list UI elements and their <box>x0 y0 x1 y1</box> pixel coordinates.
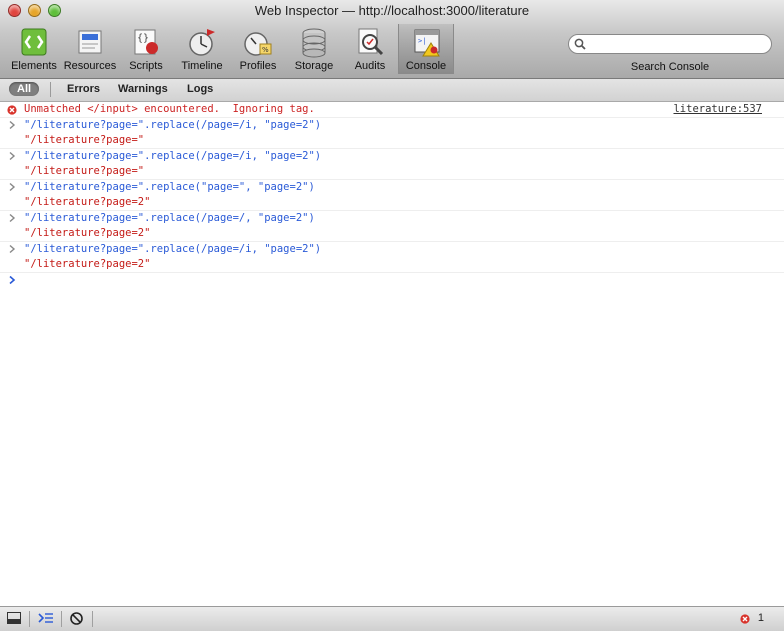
command-chevron-icon <box>9 151 16 161</box>
status-divider <box>92 611 93 627</box>
result-text: "/literature?page=2" <box>0 257 784 272</box>
result-text: "/literature?page=" <box>0 133 784 148</box>
console-icon: >| <box>414 29 440 57</box>
result-string: "/literature?page=2" <box>24 196 151 208</box>
command-chevron-icon <box>9 182 16 192</box>
resources-icon <box>78 30 102 54</box>
filter-logs-button[interactable]: Logs <box>187 83 213 95</box>
command-text: "/literature?page=".replace(/page=/i, "p… <box>24 150 322 162</box>
svg-text:{}: {} <box>137 33 149 44</box>
toolbar-label: Elements <box>11 60 57 72</box>
toolbar-elements[interactable]: Elements <box>6 24 62 74</box>
search-label: Search Console <box>630 61 710 73</box>
console-entry: "/literature?page=".replace(/page=/, "pa… <box>0 211 784 242</box>
console-entry: "/literature?page=".replace(/page=/i, "p… <box>0 242 784 273</box>
toolbar-label: Console <box>405 60 447 72</box>
console-entry: "/literature?page=".replace(/page=/i, "p… <box>0 118 784 149</box>
console-entries: "/literature?page=".replace(/page=/i, "p… <box>0 118 784 273</box>
filter-divider <box>50 82 51 97</box>
svg-text:%: % <box>262 46 269 54</box>
window-chrome: Web Inspector — http://localhost:3000/li… <box>0 0 784 79</box>
search-field <box>568 34 772 54</box>
console-prompt[interactable] <box>0 273 784 289</box>
toolbar-label: Scripts <box>129 60 163 72</box>
magnifier-icon <box>574 38 586 50</box>
error-text: Unmatched </input> encountered. Ignoring… <box>24 103 315 115</box>
error-count-icon <box>740 614 750 624</box>
filter-errors-button[interactable]: Errors <box>67 83 100 95</box>
result-string: "/literature?page=" <box>24 134 145 146</box>
console-entry: "/literature?page=".replace(/page=/i, "p… <box>0 149 784 180</box>
toolbar-label: Timeline <box>181 60 223 72</box>
status-divider <box>29 611 30 627</box>
result-string: "/literature?page=2" <box>24 258 151 270</box>
toolbar-label: Profiles <box>239 60 277 72</box>
toolbar-storage[interactable]: Storage <box>286 24 342 74</box>
toolbar-console[interactable]: >| Console <box>398 24 454 74</box>
show-console-button[interactable] <box>31 607 59 631</box>
command-text: "/literature?page=".replace(/page=/i, "p… <box>24 243 322 255</box>
error-count[interactable]: 1 <box>758 612 764 624</box>
toolbar-label: Audits <box>354 60 386 72</box>
scripts-icon: {} <box>134 29 158 55</box>
dock-toggle-button[interactable] <box>0 607 28 631</box>
result-text: "/literature?page=" <box>0 164 784 179</box>
console-entry: "/literature?page=".replace("page=", "pa… <box>0 180 784 211</box>
result-string: "/literature?page=2" <box>24 227 151 239</box>
window-title: Web Inspector — http://localhost:3000/li… <box>254 3 530 18</box>
svg-text:>|: >| <box>418 37 426 45</box>
result-string: "/literature?page=" <box>24 165 145 177</box>
toolbar-profiles[interactable]: % Profiles <box>230 24 286 74</box>
command-chevron-icon <box>9 213 16 223</box>
storage-icon <box>302 28 326 58</box>
command-text: "/literature?page=".replace(/page=/, "pa… <box>24 212 315 224</box>
inspector-toolbar: Elements Resources {} Scripts Timeline %… <box>6 24 454 74</box>
command-chevron-icon <box>9 244 16 254</box>
result-text: "/literature?page=2" <box>0 226 784 241</box>
toolbar-label: Storage <box>294 60 334 72</box>
status-bar: 1 <box>0 606 784 631</box>
prompt-chevron-icon <box>9 275 16 285</box>
search-console-input[interactable] <box>568 34 772 54</box>
console-error-message: Unmatched </input> encountered. Ignoring… <box>0 102 784 118</box>
command-text: "/literature?page=".replace("page=", "pa… <box>24 181 315 193</box>
clear-console-button[interactable] <box>63 607 91 631</box>
result-text: "/literature?page=2" <box>0 195 784 210</box>
timeline-icon <box>189 29 215 56</box>
status-divider <box>61 611 62 627</box>
clear-icon <box>70 612 83 625</box>
command-text: "/literature?page=".replace(/page=/i, "p… <box>24 119 322 131</box>
audits-icon <box>358 28 384 56</box>
toolbar-audits[interactable]: Audits <box>342 24 398 74</box>
error-source-link[interactable]: literature:537 <box>673 102 762 117</box>
error-icon <box>7 105 17 115</box>
dock-icon <box>7 612 21 624</box>
filter-bar: All Errors Warnings Logs <box>0 79 784 102</box>
filter-warnings-button[interactable]: Warnings <box>118 83 168 95</box>
console-output[interactable]: Unmatched </input> encountered. Ignoring… <box>0 102 784 606</box>
toolbar-label: Resources <box>63 60 117 72</box>
console-prompt-icon <box>38 613 53 623</box>
profiles-icon: % <box>244 32 272 56</box>
command-chevron-icon <box>9 120 16 130</box>
toolbar-scripts[interactable]: {} Scripts <box>118 24 174 74</box>
toolbar-resources[interactable]: Resources <box>62 24 118 74</box>
filter-all-button[interactable]: All <box>9 82 40 96</box>
toolbar-timeline[interactable]: Timeline <box>174 24 230 74</box>
elements-icon <box>21 28 47 56</box>
